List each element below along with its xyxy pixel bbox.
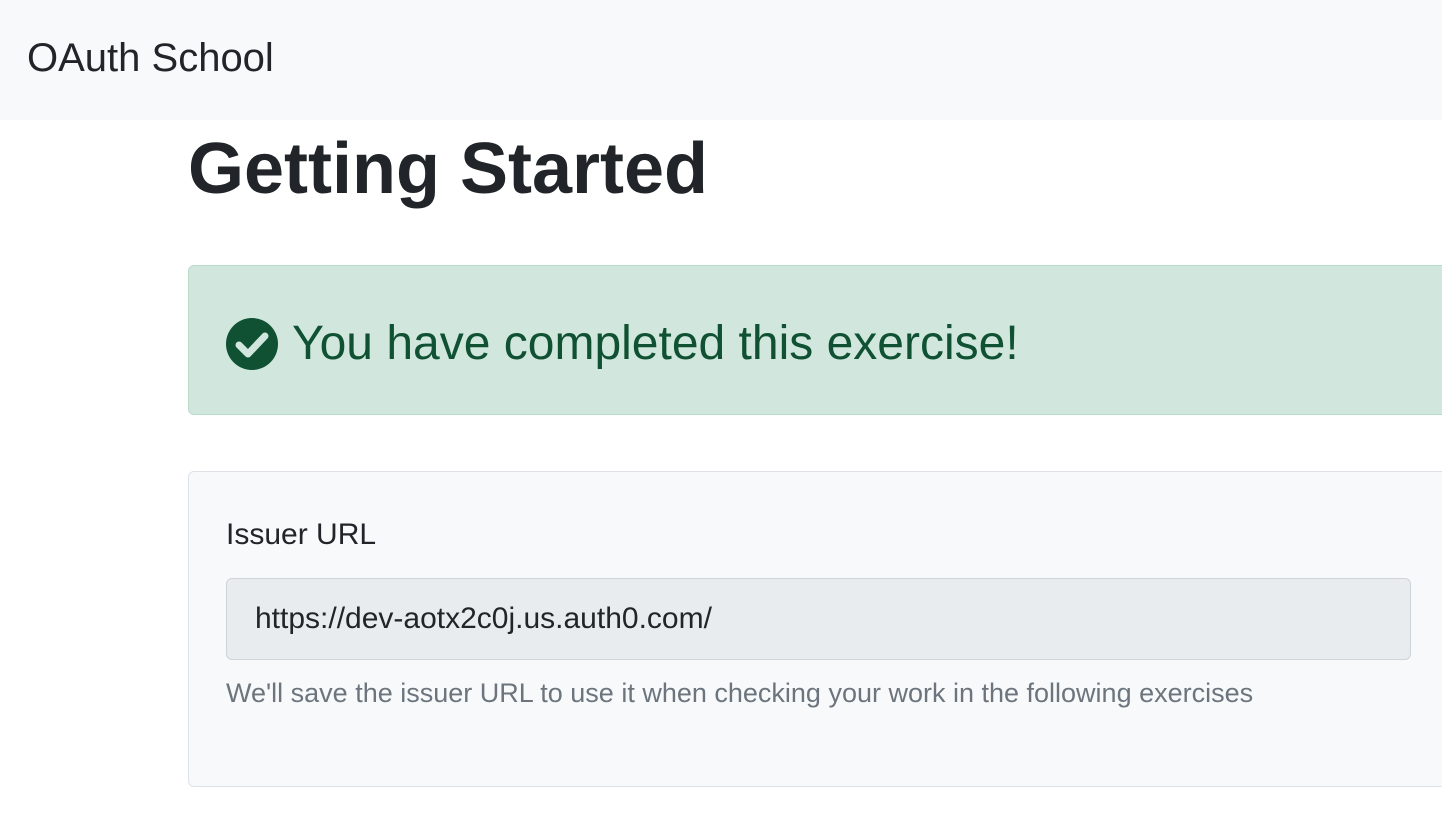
alert-message: You have completed this exercise!	[292, 317, 1019, 370]
page-title: Getting Started	[188, 129, 709, 209]
brand-link[interactable]: OAuth School	[27, 36, 274, 81]
issuer-url-help: We'll save the issuer URL to use it when…	[226, 678, 1254, 708]
check-circle-icon	[226, 317, 278, 370]
issuer-url-input[interactable]	[226, 578, 1411, 660]
issuer-url-label: Issuer URL	[226, 518, 377, 551]
success-alert: You have completed this exercise!	[188, 265, 1442, 415]
issuer-card: Issuer URL We'll save the issuer URL to …	[188, 471, 1442, 787]
navbar: OAuth School	[0, 0, 1442, 120]
